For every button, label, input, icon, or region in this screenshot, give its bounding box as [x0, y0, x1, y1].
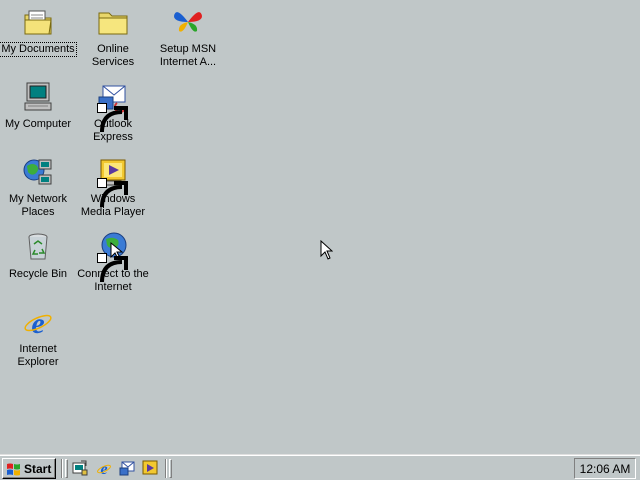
my-computer-icon	[22, 81, 54, 113]
svg-text:e: e	[100, 461, 107, 476]
quick-launch-media-player[interactable]	[142, 460, 158, 476]
desktop-icon-recycle-bin[interactable]: Recycle Bin	[0, 229, 76, 281]
msn-butterfly-icon	[172, 6, 204, 38]
shortcut-arrow-icon	[97, 178, 128, 208]
desktop-icon-label: My Network Places	[8, 193, 68, 218]
desktop-icon-internet-explorer[interactable]: e Internet Explorer	[0, 304, 76, 369]
desktop-icon-my-documents[interactable]: My Documents	[0, 4, 77, 57]
desktop-icon-label: My Documents	[0, 42, 77, 57]
shortcut-arrow-icon	[97, 103, 128, 133]
desktop-icon-outlook-express[interactable]: Outlook Express	[75, 79, 151, 144]
internet-explorer-icon: e	[97, 461, 111, 476]
clock[interactable]: 12:06 AM	[580, 462, 631, 476]
desktop-icon-online-services[interactable]: Online Services	[75, 4, 151, 69]
start-button[interactable]: Start	[2, 458, 56, 479]
desktop-icon-label: My Computer	[4, 118, 72, 130]
quick-launch-internet-explorer[interactable]: e	[96, 460, 112, 476]
desktop-icon-connect-internet[interactable]: Connect to the Internet	[75, 229, 151, 294]
svg-text:e: e	[31, 307, 44, 338]
mouse-cursor-icon	[320, 240, 333, 260]
desktop-icon-label: Setup MSN Internet A...	[159, 43, 217, 68]
desktop-icon-my-computer[interactable]: My Computer	[0, 79, 76, 131]
system-tray: 12:06 AM	[574, 458, 636, 479]
start-label: Start	[24, 461, 52, 476]
shortcut-arrow-icon	[97, 253, 128, 283]
show-desktop-icon	[72, 460, 88, 476]
quick-launch-show-desktop[interactable]	[72, 460, 88, 476]
outlook-express-icon	[119, 461, 135, 476]
folder-icon	[97, 6, 129, 38]
taskbar: Start e 12:06 AM	[0, 454, 640, 480]
my-documents-icon	[22, 6, 54, 38]
desktop-icon-my-network-places[interactable]: My Network Places	[0, 154, 76, 219]
quick-launch-grip[interactable]	[65, 459, 68, 478]
desktop: My Documents My Computer My Network Plac	[0, 0, 640, 454]
network-places-icon	[22, 156, 54, 188]
desktop-icon-windows-media-player[interactable]: Windows Media Player	[75, 154, 151, 219]
internet-explorer-icon: e	[22, 306, 54, 338]
taskbar-grip[interactable]	[169, 459, 172, 478]
desktop-icon-label: Internet Explorer	[17, 343, 59, 368]
desktop-icon-label: Online Services	[91, 43, 135, 68]
connect-internet-icon	[97, 231, 129, 283]
taskbar-separator	[61, 459, 63, 478]
media-player-icon	[97, 156, 129, 208]
quick-launch-outlook-express[interactable]	[119, 460, 135, 476]
windows-logo-icon	[7, 463, 20, 475]
desktop-icon-label: Recycle Bin	[8, 268, 68, 280]
outlook-express-icon	[97, 81, 129, 133]
taskbar-separator	[165, 459, 167, 478]
desktop-icon-setup-msn[interactable]: Setup MSN Internet A...	[150, 4, 226, 69]
recycle-bin-icon	[22, 231, 54, 263]
media-player-icon	[142, 460, 158, 475]
